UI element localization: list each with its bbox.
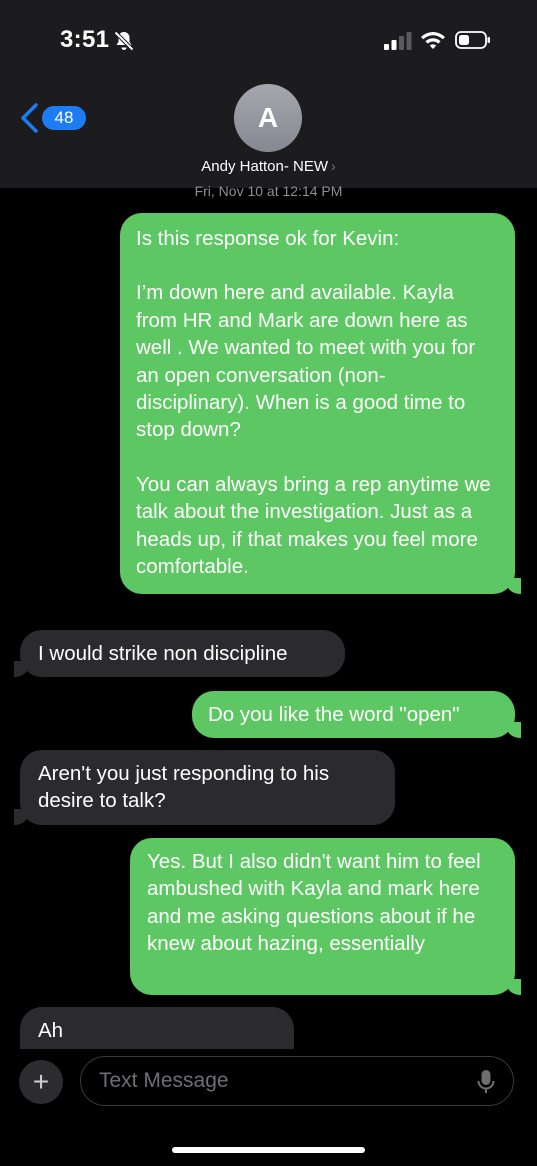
avatar[interactable]: A — [234, 84, 302, 152]
message-text: I would strike non discipline — [38, 642, 288, 665]
message-text: Yes. But I also didn't want him to feel … — [147, 850, 481, 956]
message-input[interactable] — [80, 1056, 514, 1106]
message-bubble-sent[interactable]: Do you like the word "open" — [192, 691, 521, 738]
status-time: 3:51 — [60, 26, 110, 53]
home-indicator — [172, 1147, 365, 1153]
message-text: Ah — [38, 1019, 64, 1042]
message-paragraph: I’m down here and available. Kayla from … — [136, 281, 476, 442]
message-bubble-sent[interactable]: Is this response ok for Kevin: I’m down … — [120, 213, 521, 595]
plus-button[interactable]: + — [19, 1060, 63, 1104]
message-bubble-received[interactable]: I would strike non discipline — [14, 630, 345, 677]
battery-icon — [455, 31, 490, 49]
back-chevron-icon[interactable] — [18, 102, 40, 134]
message-bubble-received[interactable]: Aren't you just responding to his desire… — [14, 750, 395, 825]
microphone-icon[interactable] — [477, 1069, 495, 1095]
signal-icon — [384, 32, 412, 50]
plus-icon: + — [32, 1066, 50, 1097]
chevron-right-icon: › — [331, 158, 336, 174]
conversation-header: 3:51 48 A Andy Hatton- NEW › — [0, 0, 537, 188]
message-timestamp: Fri, Nov 10 at 12:14 PM — [194, 183, 343, 199]
contact-name-text: Andy Hatton- NEW — [201, 158, 329, 175]
wifi-icon — [421, 32, 445, 49]
message-paragraph: You can always bring a rep anytime we ta… — [136, 472, 491, 579]
message-text: Do you like the word "open" — [208, 703, 460, 726]
contact-name[interactable]: Andy Hatton- NEW › — [0, 158, 537, 175]
avatar-initial: A — [257, 102, 279, 133]
message-paragraph: Is this response ok for Kevin: — [136, 227, 400, 250]
message-text: Aren't you just responding to his desire… — [38, 762, 330, 813]
message-bubble-sent[interactable]: Yes. But I also didn't want him to feel … — [130, 838, 521, 995]
unread-count-badge[interactable]: 48 — [42, 106, 86, 130]
bell-slash-icon — [114, 31, 134, 51]
